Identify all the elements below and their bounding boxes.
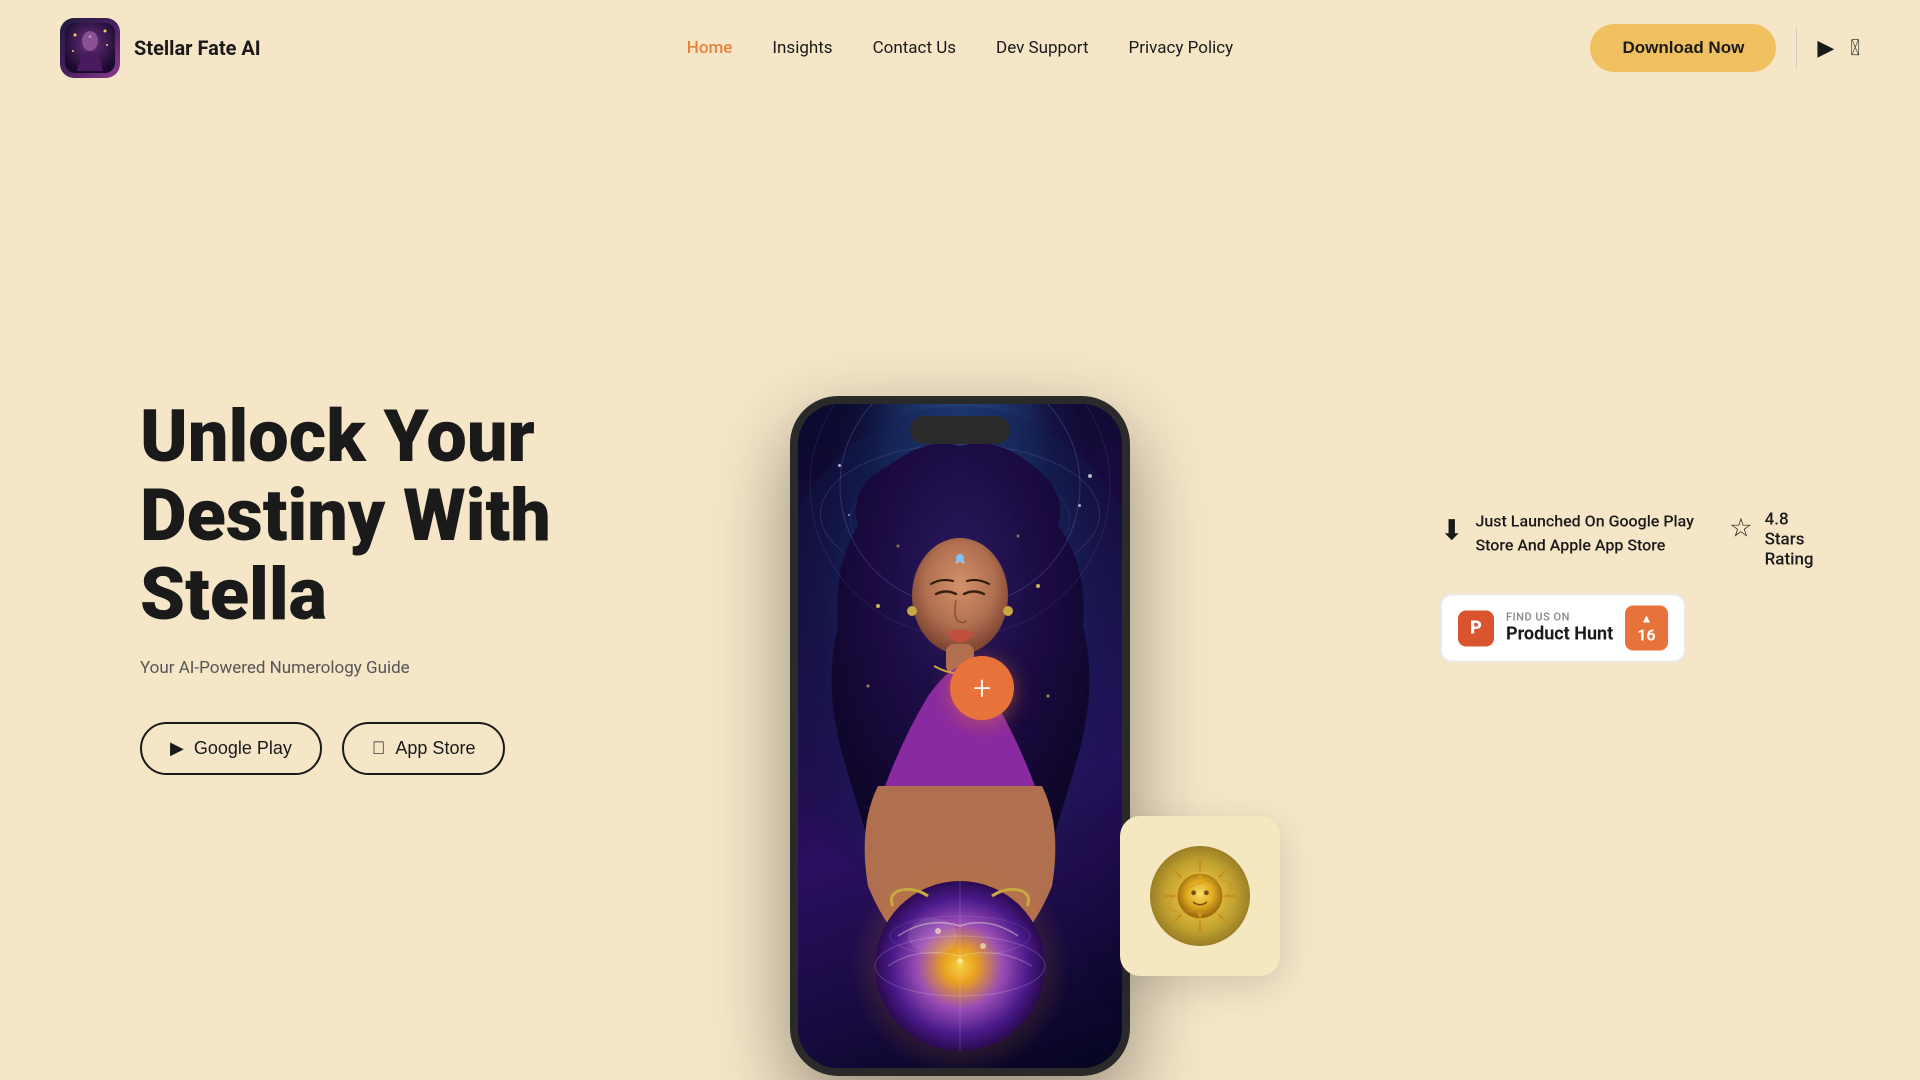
- cta-buttons: ▶ Google Play  App Store: [140, 722, 560, 775]
- rating-info: ☆ 4.8 Stars Rating: [1729, 510, 1820, 570]
- header-right: Download Now ▶ : [1590, 24, 1860, 72]
- android-icon: ▶: [170, 738, 184, 759]
- sun-symbol-card: [1120, 816, 1280, 976]
- upvote-count: 16: [1637, 626, 1655, 645]
- product-hunt-info: FIND US ON Product Hunt: [1506, 611, 1613, 646]
- hero-left: Unlock Your Destiny With Stella Your AI-…: [140, 397, 560, 776]
- logo-text: Stellar Fate AI: [134, 36, 261, 60]
- product-hunt-count: ▲ 16: [1625, 606, 1667, 651]
- download-icon: ⬇: [1440, 514, 1463, 547]
- header-divider: [1796, 28, 1797, 68]
- sun-icon: [1150, 846, 1250, 946]
- google-play-label: Google Play: [194, 738, 292, 759]
- app-store-label: App Store: [395, 738, 475, 759]
- hero-subtitle: Your AI-Powered Numerology Guide: [140, 658, 560, 678]
- nav-dev-support[interactable]: Dev Support: [996, 38, 1089, 58]
- apple-store-icon[interactable]: : [1850, 36, 1860, 61]
- launch-store-info: ⬇ Just Launched On Google Play Store And…: [1440, 510, 1699, 558]
- nav-contact[interactable]: Contact Us: [873, 38, 956, 58]
- product-hunt-logo: P: [1458, 610, 1494, 646]
- logo-area: Stellar Fate AI: [60, 18, 261, 78]
- store-icons: ▶ : [1817, 36, 1860, 61]
- nav-privacy[interactable]: Privacy Policy: [1129, 38, 1234, 58]
- phone-screen: [798, 404, 1122, 1068]
- rating-text: 4.8 Stars Rating: [1765, 510, 1820, 570]
- main-content: Unlock Your Destiny With Stella Your AI-…: [0, 96, 1920, 1076]
- phone-notch: [910, 416, 1010, 444]
- star-rating-icon: ☆: [1729, 514, 1752, 544]
- launch-info: ⬇ Just Launched On Google Play Store And…: [1440, 510, 1820, 570]
- phone-mockup: +: [790, 396, 1130, 1076]
- apple-icon: : [372, 738, 386, 759]
- right-panel: ⬇ Just Launched On Google Play Store And…: [1440, 510, 1820, 663]
- nav-insights[interactable]: Insights: [772, 38, 832, 58]
- upvote-arrow-icon: ▲: [1640, 612, 1652, 626]
- android-store-icon[interactable]: ▶: [1817, 36, 1834, 61]
- nav-home[interactable]: Home: [687, 38, 733, 58]
- app-store-button[interactable]:  App Store: [342, 722, 506, 775]
- header: Stellar Fate AI Home Insights Contact Us…: [0, 0, 1920, 96]
- plus-bubble: +: [950, 656, 1014, 720]
- google-play-button[interactable]: ▶ Google Play: [140, 722, 322, 775]
- download-now-button[interactable]: Download Now: [1590, 24, 1776, 72]
- hero-title: Unlock Your Destiny With Stella: [140, 397, 560, 635]
- product-hunt-label: FIND US ON: [1506, 611, 1613, 624]
- product-hunt-badge[interactable]: P FIND US ON Product Hunt ▲ 16: [1440, 594, 1686, 663]
- phone-illustration: [798, 404, 1122, 1068]
- main-nav: Home Insights Contact Us Dev Support Pri…: [687, 38, 1233, 58]
- launch-text: Just Launched On Google Play Store And A…: [1475, 510, 1699, 558]
- product-hunt-name: Product Hunt: [1506, 624, 1613, 646]
- app-logo: [60, 18, 120, 78]
- phone-frame: [790, 396, 1130, 1076]
